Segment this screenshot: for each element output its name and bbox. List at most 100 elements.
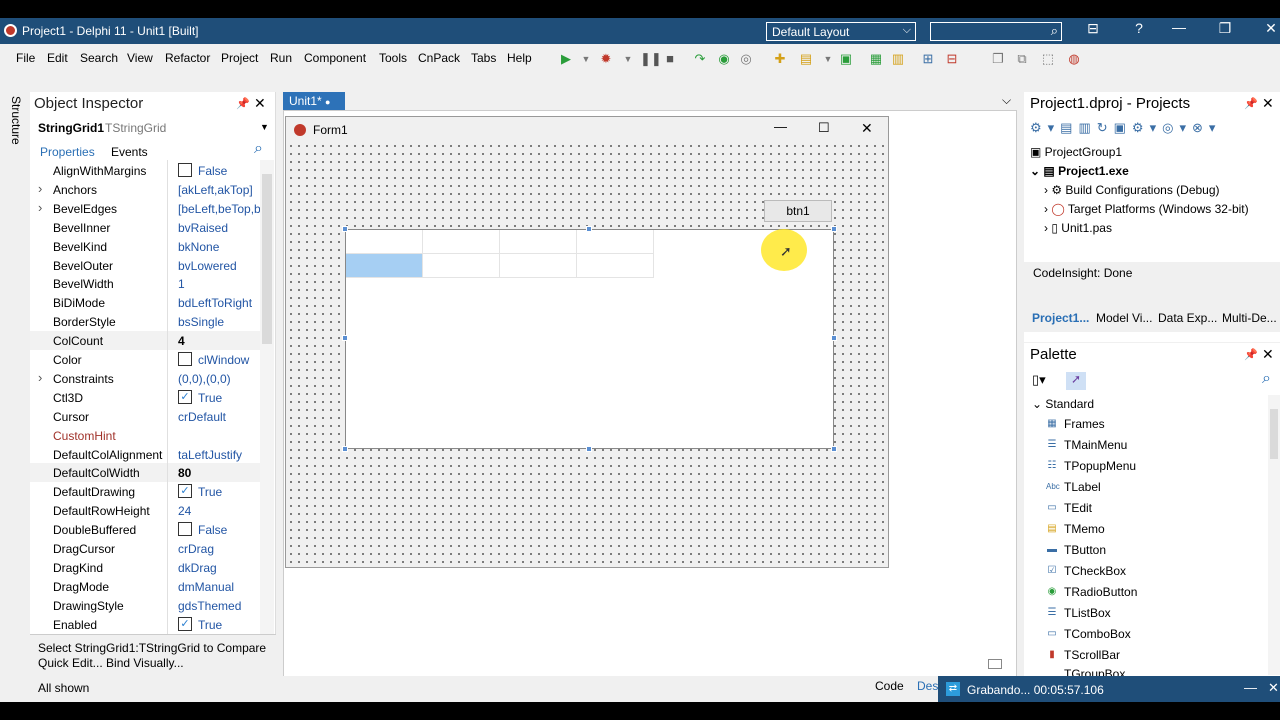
help-icon[interactable]: ? <box>1124 20 1154 36</box>
palette-item-tedit[interactable]: TEdit <box>1064 501 1092 515</box>
property-value[interactable]: dkDrag <box>178 561 217 575</box>
trace-into-icon[interactable]: ◉ <box>716 52 732 66</box>
grid-cell[interactable] <box>500 254 577 278</box>
run-to-cursor-icon[interactable]: ◎ <box>738 52 754 66</box>
property-row[interactable]: Ctl3D ✓ True <box>30 388 260 407</box>
property-value[interactable]: False <box>198 523 227 537</box>
palette-item-tlistbox[interactable]: TListBox <box>1064 606 1111 620</box>
property-row[interactable]: BiDiMode bdLeftToRight <box>30 293 260 312</box>
grid-cell-selected[interactable] <box>346 254 423 278</box>
property-row[interactable]: DragCursor crDrag <box>30 539 260 558</box>
property-row[interactable]: BevelOuter bvLowered <box>30 256 260 275</box>
recorder-close-icon[interactable]: ✕ <box>1268 680 1279 696</box>
scrollbar-thumb[interactable] <box>1270 409 1278 459</box>
structure-side-tab[interactable]: Structure <box>0 92 30 702</box>
menu-component[interactable]: Component <box>304 51 366 65</box>
property-value[interactable]: [beLeft,beTop,be <box>178 202 267 216</box>
btn1-button[interactable]: btn1 <box>764 200 832 222</box>
property-row[interactable]: Enabled ✓ True <box>30 615 260 634</box>
property-value[interactable]: dmManual <box>178 580 234 594</box>
property-row[interactable]: › BevelEdges [beLeft,beTop,be <box>30 199 267 218</box>
palette-item-tbutton[interactable]: TButton <box>1064 543 1106 557</box>
property-scrollbar[interactable] <box>260 160 274 634</box>
grid-cell[interactable] <box>346 230 423 254</box>
remove-from-project-icon[interactable]: ⊟ <box>944 52 960 66</box>
property-value[interactable]: bvRaised <box>178 221 228 235</box>
resize-handle[interactable] <box>586 446 592 452</box>
string-grid[interactable] <box>345 229 834 449</box>
stop-icon[interactable]: ■ <box>662 52 678 66</box>
grid-cell[interactable] <box>423 254 500 278</box>
resize-handle[interactable] <box>831 226 837 232</box>
property-value[interactable]: True <box>198 391 222 405</box>
property-row[interactable]: › Constraints (0,0),(0,0) <box>30 369 260 388</box>
property-row[interactable]: ColCount 4 <box>30 331 260 351</box>
property-row[interactable]: BevelInner bvRaised <box>30 218 260 237</box>
run-dropdown-icon[interactable]: ▼ <box>578 52 594 66</box>
category-standard[interactable]: ⌄ Standard <box>1032 397 1094 411</box>
tab-design[interactable]: Des <box>917 679 938 693</box>
property-row[interactable]: AlignWithMargins False <box>30 161 260 180</box>
checkbox[interactable] <box>178 522 192 537</box>
palette-item-tradiobutton[interactable]: TRadioButton <box>1064 585 1137 599</box>
property-row[interactable]: DefaultRowHeight 24 <box>30 501 260 520</box>
open-project-icon[interactable]: ▥ <box>890 52 906 66</box>
palette-item-tmainmenu[interactable]: TMainMenu <box>1064 438 1127 452</box>
property-row[interactable]: DefaultColAlignment taLeftJustify <box>30 445 260 464</box>
expand-chevron-icon[interactable]: › <box>38 200 42 215</box>
component-selector[interactable]: StringGrid1 TStringGrid ▼ <box>30 118 274 138</box>
grid-cell[interactable] <box>423 230 500 254</box>
resize-handle[interactable] <box>831 446 837 452</box>
form-preview-icon[interactable] <box>988 659 1002 669</box>
pause-icon[interactable]: ❚❚ <box>640 52 662 66</box>
resize-handle[interactable] <box>831 335 837 341</box>
tree-project-exe[interactable]: ⌄ ▤ Project1.exe <box>1030 164 1129 178</box>
property-row[interactable]: Cursor crDefault <box>30 407 260 426</box>
menu-project[interactable]: Project <box>221 51 258 65</box>
menu-edit[interactable]: Edit <box>47 51 68 65</box>
property-value[interactable]: clWindow <box>198 353 249 367</box>
resize-handle[interactable] <box>586 226 592 232</box>
cnpack-icon[interactable]: ◍ <box>1066 52 1082 66</box>
tab-properties[interactable]: Properties <box>40 145 95 159</box>
property-row[interactable]: BevelWidth 1 <box>30 274 260 293</box>
pointer-tool-icon[interactable]: ➚ <box>1066 372 1086 390</box>
resize-handle[interactable] <box>342 446 348 452</box>
view-form-icon[interactable]: ⧉ <box>1014 52 1030 66</box>
save-icon[interactable]: ▣ <box>838 52 854 66</box>
tree-build-configurations[interactable]: › ⚙ Build Configurations (Debug) <box>1044 183 1220 197</box>
pin-icon[interactable]: 📌 <box>1244 348 1258 361</box>
property-value[interactable]: False <box>198 164 227 178</box>
inspector-hint-links[interactable]: Quick Edit... Bind Visually... <box>38 656 184 670</box>
layout-select[interactable]: Default Layout ⌵ <box>766 22 916 41</box>
tab-events[interactable]: Events <box>111 145 148 159</box>
palette-scrollbar[interactable] <box>1268 395 1280 675</box>
resize-handle[interactable] <box>342 335 348 341</box>
property-row[interactable]: DoubleBuffered False <box>30 520 260 539</box>
checkbox[interactable]: ✓ <box>178 616 192 631</box>
menu-run[interactable]: Run <box>270 51 292 65</box>
tree-projectgroup[interactable]: ▣ ProjectGroup1 <box>1030 145 1122 159</box>
step-over-icon[interactable]: ↷ <box>692 52 708 66</box>
property-row[interactable]: DefaultDrawing ✓ True <box>30 482 260 501</box>
menu-view[interactable]: View <box>127 51 153 65</box>
property-row[interactable]: BevelKind bkNone <box>30 237 260 256</box>
property-value[interactable]: bsSingle <box>178 315 224 329</box>
tree-unit1[interactable]: › ▯ Unit1.pas <box>1044 221 1112 235</box>
tab-code[interactable]: Code <box>875 679 904 693</box>
open-dropdown-icon[interactable]: ▼ <box>820 52 836 66</box>
color-swatch[interactable] <box>178 352 192 366</box>
tab-data-explorer[interactable]: Data Exp... <box>1158 311 1217 325</box>
new-items-icon[interactable]: ✚ <box>772 52 788 66</box>
recorder-minimize-icon[interactable]: — <box>1244 680 1257 695</box>
grid-cell[interactable] <box>577 254 654 278</box>
palette-item-tcombobox[interactable]: TComboBox <box>1064 627 1131 641</box>
property-row[interactable]: DrawingStyle gdsThemed <box>30 596 260 615</box>
restore-icon[interactable]: ❐ <box>1210 20 1240 37</box>
scrollbar-thumb[interactable] <box>262 174 272 344</box>
resize-handle[interactable] <box>342 226 348 232</box>
projects-toolbar[interactable]: ⚙▾▤▥↻▣⚙▾◎▾⊗▾ <box>1030 120 1280 140</box>
pin-icon[interactable]: 📌 <box>1244 97 1258 110</box>
property-row[interactable]: BorderStyle bsSingle <box>30 312 260 331</box>
ide-insight-icon[interactable]: ⊟ <box>1078 20 1108 37</box>
